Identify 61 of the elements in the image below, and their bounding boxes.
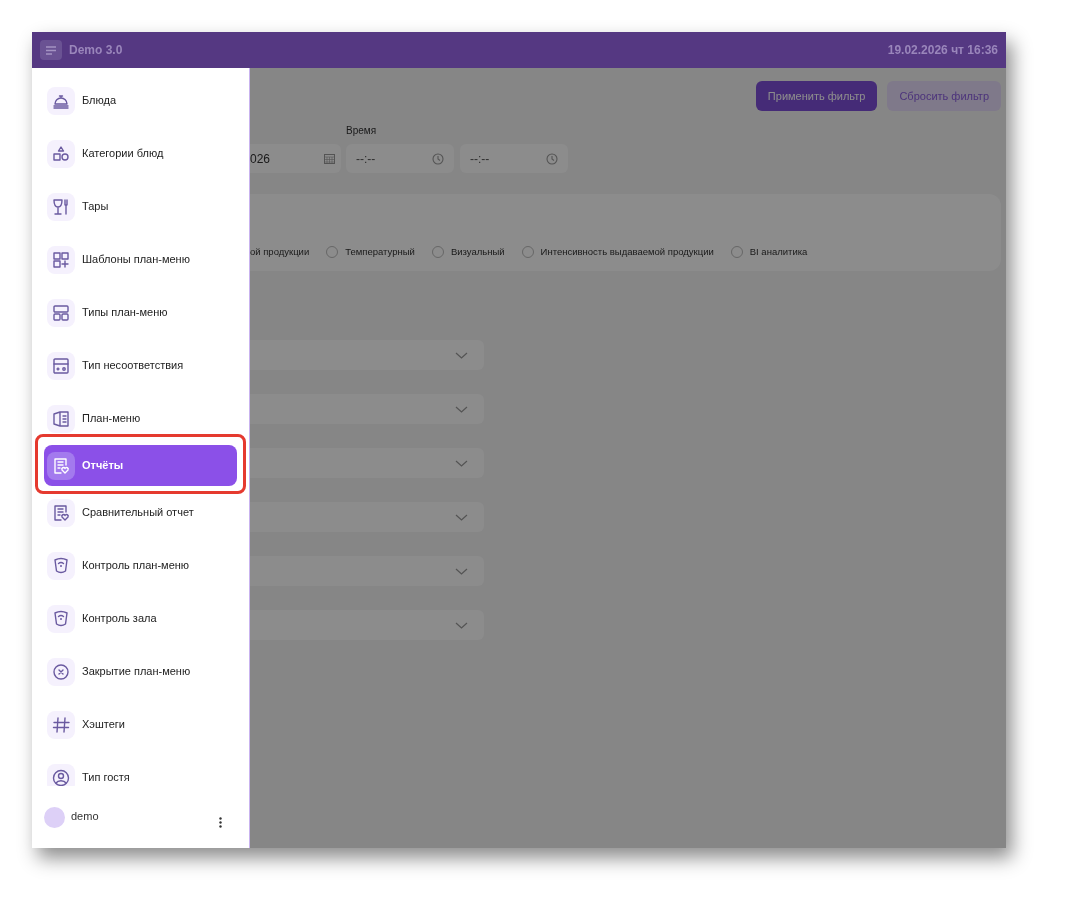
time-field[interactable]: --:--	[346, 144, 454, 173]
glass-fork-icon	[51, 196, 71, 217]
report-icon	[51, 502, 71, 523]
panel-icon	[51, 355, 71, 376]
chevron-down-icon	[455, 513, 468, 521]
sidebar-item[interactable]: Тип несоответствия	[44, 339, 237, 392]
time-label: Время	[346, 124, 378, 138]
sidebar-item[interactable]: Сравнительный отчет	[44, 486, 237, 539]
chevron-down-icon	[455, 621, 468, 629]
more-icon[interactable]	[219, 816, 222, 828]
dropdown-field[interactable]	[250, 610, 484, 640]
dropdown-field[interactable]	[250, 340, 484, 370]
grid-plus-icon	[51, 249, 71, 270]
radio-button[interactable]	[326, 245, 339, 258]
sidebar-item[interactable]: План-меню	[44, 392, 237, 445]
sidebar-item[interactable]: Категории блюд	[44, 127, 237, 180]
radio-button[interactable]	[521, 245, 534, 258]
sidebar-item[interactable]: Тары	[44, 180, 237, 233]
sidebar-item[interactable]: Закрытие план-меню	[44, 645, 237, 698]
calendar-icon	[324, 153, 335, 164]
sidebar-item[interactable]: Блюда	[44, 74, 237, 127]
sidebar-item[interactable]: Типы план-меню	[44, 286, 237, 339]
radio-label[interactable]: BI аналитика	[749, 244, 808, 259]
user-name: demo	[71, 808, 99, 824]
radio-button[interactable]	[730, 245, 743, 258]
radio-label[interactable]: Температурный	[345, 244, 415, 259]
radio-label[interactable]: ой продукции	[250, 244, 310, 259]
chevron-down-icon	[455, 351, 468, 359]
clock-icon	[546, 152, 558, 165]
shield-icon	[51, 608, 71, 629]
report-icon	[51, 455, 71, 476]
hash-icon	[51, 714, 71, 735]
sidebar-item[interactable]: Тип гостя	[44, 751, 237, 786]
radio-label[interactable]: Интенсивность выдаваемой продукции	[540, 244, 714, 259]
chevron-down-icon	[455, 459, 468, 467]
menu-icon	[45, 45, 57, 55]
dropdown-field[interactable]	[250, 502, 484, 532]
close-circle-icon	[51, 661, 71, 682]
sidebar-item[interactable]: Хэштеги	[44, 698, 237, 751]
sidebar-item[interactable]: Шаблоны план-меню	[44, 233, 237, 286]
date-field[interactable]: 026	[250, 144, 341, 173]
avatar	[44, 806, 65, 828]
dropdown-field[interactable]	[250, 394, 484, 424]
chevron-down-icon	[455, 567, 468, 575]
date-time: 19.02.2026 чт 16:36	[887, 42, 998, 59]
time-field[interactable]: --:--	[460, 144, 568, 173]
user-circle-icon	[51, 767, 71, 786]
book-icon	[51, 408, 71, 429]
layout-icon	[51, 302, 71, 323]
sidebar-item[interactable]: Контроль план-меню	[44, 539, 237, 592]
menu-button[interactable]	[40, 40, 62, 60]
app-title: Demo 3.0	[69, 42, 123, 59]
dropdown-field[interactable]	[250, 448, 484, 478]
shield-icon	[51, 555, 71, 576]
radio-button[interactable]	[431, 245, 444, 258]
dropdown-field[interactable]	[250, 556, 484, 586]
chevron-down-icon	[455, 405, 468, 413]
radio-label[interactable]: Визуальный	[450, 244, 505, 259]
sidebar-item[interactable]: Отчёты	[44, 445, 237, 486]
sidebar-item[interactable]: Контроль зала	[44, 592, 237, 645]
clock-icon	[432, 152, 444, 165]
